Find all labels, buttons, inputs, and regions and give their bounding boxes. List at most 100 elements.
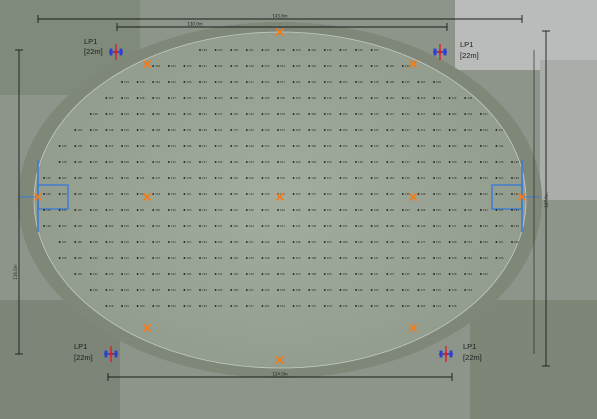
grid-point [386, 97, 389, 99]
grid-point [89, 225, 92, 227]
grid-point [417, 145, 420, 147]
grid-value: 146 [171, 160, 176, 164]
grid-value: 153 [436, 256, 441, 260]
grid-value: 141 [374, 272, 379, 276]
grid-value: 156 [280, 96, 285, 100]
grid-value: 162 [202, 240, 207, 244]
grid-value: 157 [436, 128, 441, 132]
grid-point [355, 193, 357, 195]
grid-value: 154 [171, 144, 176, 148]
grid-point [448, 129, 451, 131]
grid-value: 151 [374, 192, 379, 196]
grid-point [292, 225, 295, 227]
grid-value: 139 [389, 128, 394, 132]
grid-point [277, 161, 279, 163]
grid-value: 162 [202, 288, 207, 292]
grid-point [417, 129, 420, 131]
grid-value: 154 [436, 304, 441, 308]
grid-point [370, 177, 373, 179]
grid-point [199, 129, 201, 131]
grid-point [386, 193, 389, 195]
grid-value: 160 [311, 112, 316, 116]
grid-value: 141 [93, 192, 98, 196]
grid-point [136, 273, 139, 275]
grid-point [370, 81, 373, 83]
grid-point [199, 81, 201, 83]
grid-value: 157 [311, 192, 316, 196]
grid-point [214, 81, 217, 83]
grid-value: 159 [327, 80, 332, 84]
grid-point [370, 145, 373, 147]
grid-point [121, 81, 123, 83]
grid-point [183, 193, 186, 195]
grid-point [43, 193, 45, 195]
grid-point [479, 177, 482, 179]
grid-point [433, 113, 435, 115]
grid-point [105, 193, 108, 195]
grid-value: 165 [155, 144, 160, 148]
grid-value: 142 [155, 224, 160, 228]
grid-value: 149 [264, 128, 269, 132]
grid-point [308, 305, 311, 307]
grid-value: 146 [358, 272, 363, 276]
grid-value: 158 [77, 224, 82, 228]
grid-value: 153 [202, 176, 207, 180]
grid-point [121, 177, 123, 179]
grid-value: 149 [46, 224, 51, 228]
tree-area-bottom-right [470, 300, 597, 419]
grid-point [89, 257, 92, 259]
grid-value: 158 [124, 208, 129, 212]
grid-point [214, 177, 217, 179]
grid-point [339, 129, 342, 131]
grid-value: 150 [358, 128, 363, 132]
grid-value: 160 [140, 304, 145, 308]
grid-point [58, 193, 61, 195]
grid-point [417, 289, 420, 291]
grid-value: 164 [405, 96, 410, 100]
grid-point [152, 273, 155, 275]
grid-value: 156 [62, 256, 67, 260]
grid-point [121, 241, 123, 243]
grid-value: 163 [452, 192, 457, 196]
grid-point [417, 177, 420, 179]
grid-value: 161 [124, 304, 129, 308]
grid-point [74, 209, 77, 211]
grid-value: 137 [389, 272, 394, 276]
grid-point [355, 97, 357, 99]
grid-point [230, 289, 233, 291]
grid-value: 154 [498, 192, 503, 196]
grid-point [495, 257, 498, 259]
grid-point [121, 305, 123, 307]
grid-point [245, 129, 248, 131]
grid-value: 158 [218, 176, 223, 180]
grid-point [152, 81, 155, 83]
grid-value: 141 [218, 128, 223, 132]
grid-value: 137 [374, 64, 379, 68]
grid-value: 154 [327, 64, 332, 68]
grid-point [386, 273, 389, 275]
grid-value: 138 [342, 304, 347, 308]
grid-value: 158 [452, 256, 457, 260]
grid-point [152, 209, 155, 211]
grid-value: 156 [498, 256, 503, 260]
grid-point [183, 257, 186, 259]
grid-value: 151 [218, 272, 223, 276]
grid-value: 150 [108, 240, 113, 244]
grid-value: 156 [93, 240, 98, 244]
grid-point [370, 225, 373, 227]
lighting-plan: 149 153 158 161 160 156 150 142 139 147 152 157 162 1… [0, 0, 597, 419]
grid-value: 141 [436, 224, 441, 228]
grid-value: 158 [233, 96, 238, 100]
grid-point [105, 289, 108, 291]
grid-value: 152 [171, 240, 176, 244]
grid-value: 150 [171, 304, 176, 308]
grid-value: 155 [93, 160, 98, 164]
grid-value: 145 [436, 240, 441, 244]
grid-point [183, 129, 186, 131]
grid-point [292, 97, 295, 99]
grid-value: 157 [186, 288, 191, 292]
grid-value: 139 [311, 176, 316, 180]
grid-point [214, 161, 217, 163]
grid-value: 139 [358, 160, 363, 164]
grid-value: 147 [389, 112, 394, 116]
